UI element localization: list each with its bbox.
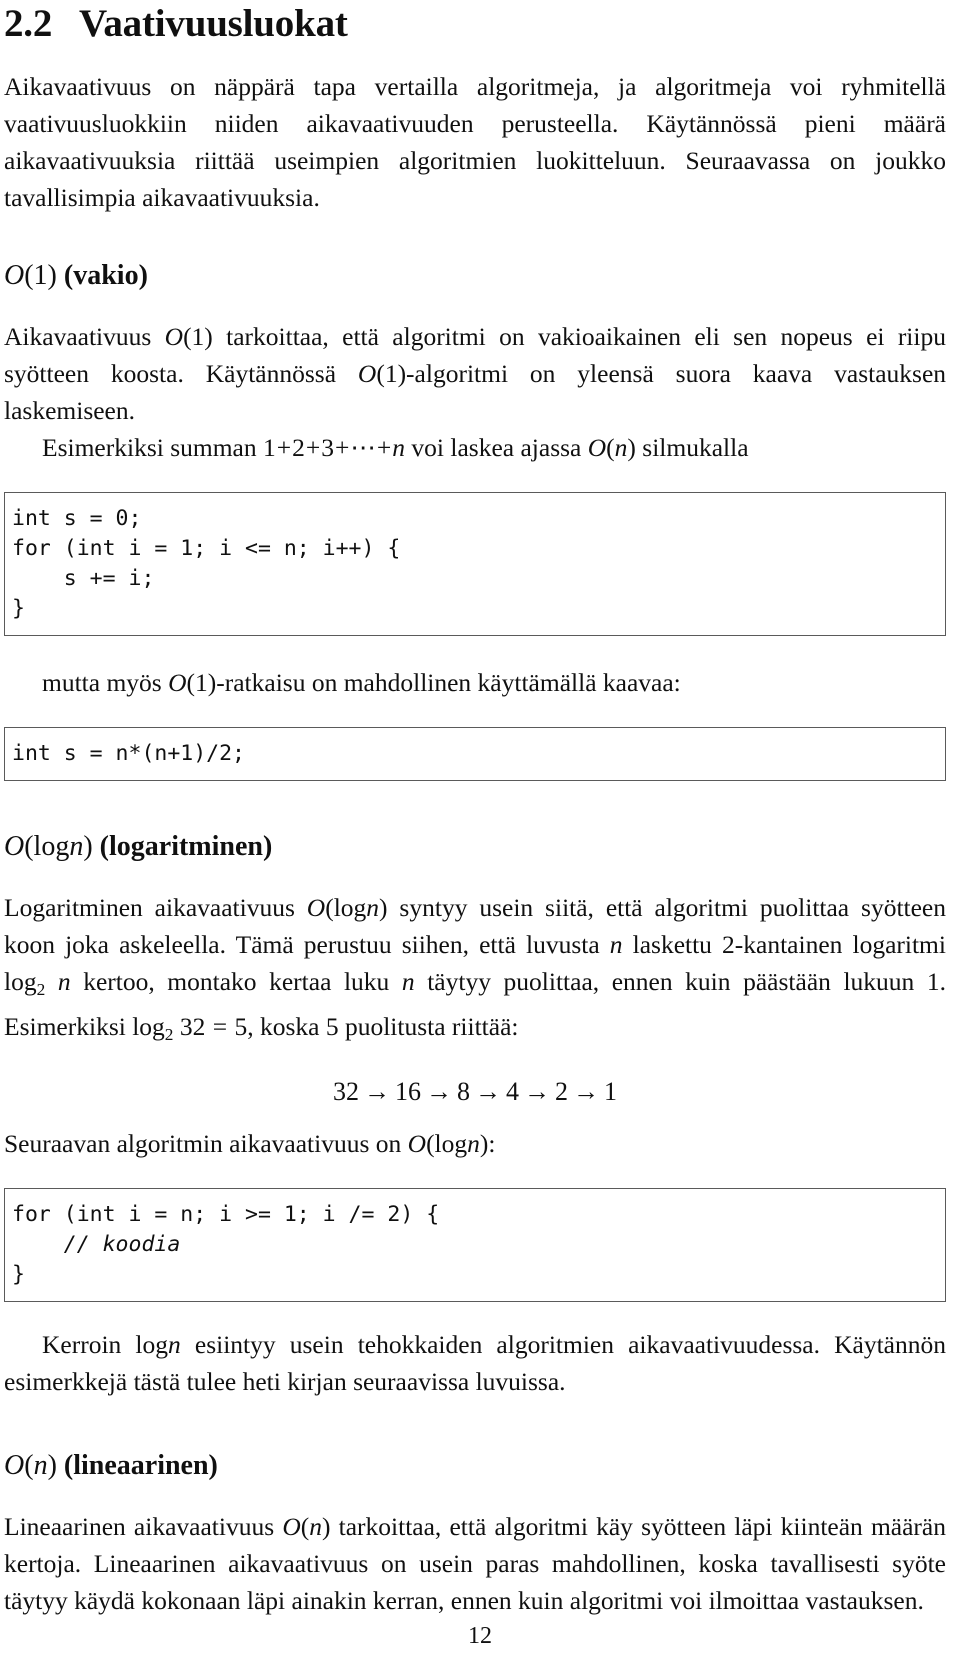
- arrow-icon: →: [475, 1076, 501, 1106]
- section-heading: 2.2 Vaativuusluokat: [4, 0, 946, 46]
- page-number: 12: [468, 1623, 492, 1649]
- arrow-icon: →: [364, 1076, 390, 1106]
- halving-value-5: 1: [604, 1076, 617, 1106]
- arrow-icon: →: [573, 1076, 599, 1106]
- logarithmic-paragraph-1: Logaritminen aikavaativuus O(logn) synty…: [4, 893, 947, 1044]
- subheading-logarithmic-math: O(logn): [4, 831, 93, 862]
- intro-paragraph: Aikavaativuus on näppärä tapa vertailla …: [4, 72, 946, 212]
- constant-paragraph-1: Aikavaativuus O(1) tarkoittaa, että algo…: [4, 322, 947, 425]
- constant-paragraph-3: mutta myös O(1)-ratkaisu on mahdollinen …: [42, 668, 681, 697]
- logarithmic-paragraph-2: Seuraavan algoritmin aikavaativuus on O(…: [4, 1128, 496, 1158]
- display-math-halving-sequence: 32 → 16 → 8 → 4 → 2 → 1: [4, 1075, 946, 1109]
- halving-value-0: 32: [333, 1076, 359, 1106]
- code-block-halving-loop: for (int i = n; i >= 1; i /= 2) { // koo…: [4, 1187, 946, 1302]
- document-page: 2.2 Vaativuusluokat Aikavaativuus on näpp…: [0, 0, 960, 1658]
- halving-value-4: 2: [555, 1076, 568, 1106]
- logarithmic-paragraph-3: Kerroin logn esiintyy usein tehokkaiden …: [4, 1329, 946, 1396]
- code-line-comment: // koodia: [12, 1231, 181, 1257]
- page-content: 2.2 Vaativuusluokat Aikavaativuus on näpp…: [4, 0, 946, 1619]
- section-title: Vaativuusluokat: [79, 2, 348, 45]
- subheading-constant: O(1) (vakio): [4, 260, 946, 292]
- code-line-close-brace: }: [12, 1261, 25, 1287]
- subheading-logarithmic: O(logn) (logaritminen): [4, 831, 946, 863]
- halving-value-1: 16: [395, 1076, 421, 1106]
- subheading-linear-label: (lineaarinen): [63, 1449, 218, 1481]
- subheading-linear: O(n) (lineaarinen): [4, 1450, 946, 1482]
- subheading-logarithmic-label: (logaritminen): [99, 831, 273, 862]
- section-number: 2.2: [4, 2, 53, 45]
- linear-paragraph-1: Lineaarinen aikavaativuus O(n) tarkoitta…: [4, 1511, 946, 1615]
- code-line-for: for (int i = n; i >= 1; i /= 2) {: [12, 1201, 440, 1227]
- code-block-sum-formula: int s = n*(n+1)/2;: [4, 727, 946, 781]
- halving-value-2: 8: [457, 1076, 470, 1106]
- subheading-linear-math: O(n): [4, 1449, 57, 1481]
- arrow-icon: →: [426, 1076, 452, 1106]
- subheading-constant-math: O(1): [4, 260, 57, 291]
- constant-paragraph-2: Esimerkiksi summan 1+2+3+⋯+n voi laskea …: [42, 433, 749, 462]
- arrow-icon: →: [524, 1076, 550, 1106]
- code-block-sum-loop: int s = 0; for (int i = 1; i <= n; i++) …: [4, 492, 946, 636]
- halving-value-3: 4: [506, 1076, 519, 1106]
- subheading-constant-label: (vakio): [63, 260, 148, 291]
